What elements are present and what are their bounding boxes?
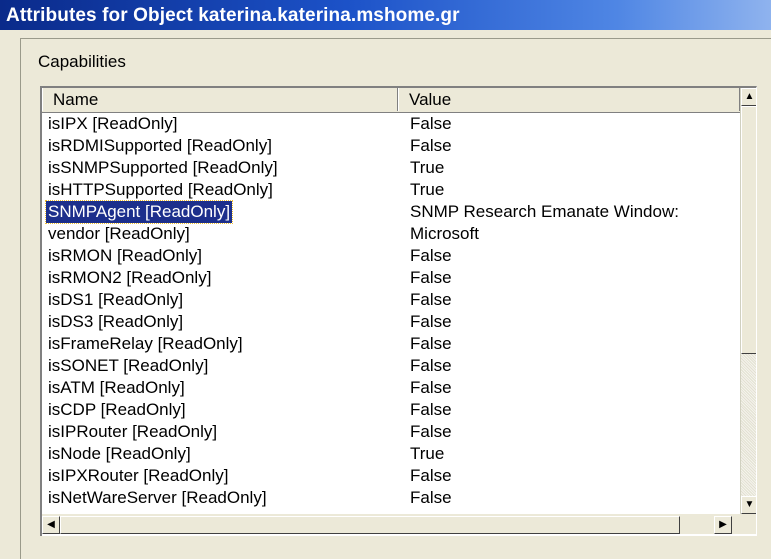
attribute-value: False	[410, 114, 452, 133]
list-item[interactable]: isFrameRelay [ReadOnly] False	[42, 333, 740, 355]
attribute-name: isRDMISupported [ReadOnly]	[48, 136, 272, 155]
column-header-value[interactable]: Value	[398, 88, 740, 111]
vertical-scrollbar[interactable]: ▲ ▼	[740, 88, 756, 514]
attributes-list[interactable]: Name Value isIPX [ReadOnly] False isRDMISu…	[40, 86, 757, 536]
attribute-name: isHTTPSupported [ReadOnly]	[48, 180, 273, 199]
attribute-name: isRMON [ReadOnly]	[48, 246, 202, 265]
list-item[interactable]: isHTTPSupported [ReadOnly] True	[42, 179, 740, 201]
list-item[interactable]: isATM [ReadOnly] False	[42, 377, 740, 399]
attribute-value: False	[410, 400, 452, 419]
attribute-value: True	[410, 444, 445, 463]
attribute-name: isIPX [ReadOnly]	[48, 114, 178, 133]
attribute-value: SNMP Research Emanate Window:	[410, 202, 679, 221]
attribute-value: False	[410, 422, 452, 441]
list-item[interactable]: isSONET [ReadOnly] False	[42, 355, 740, 377]
attribute-value: Microsoft	[410, 224, 479, 243]
attribute-name: isNode [ReadOnly]	[48, 444, 191, 463]
attribute-value: False	[410, 356, 452, 375]
attribute-value: False	[410, 488, 452, 507]
list-header: Name Value	[42, 88, 740, 113]
attribute-value: False	[410, 312, 452, 331]
list-item[interactable]: isNode [ReadOnly] True	[42, 443, 740, 465]
horizontal-scrollbar[interactable]: ◀ ▶	[42, 514, 740, 534]
attribute-value: False	[410, 268, 452, 287]
attribute-value: False	[410, 466, 452, 485]
scrollbar-corner	[740, 514, 756, 534]
list-item[interactable]: isRMON2 [ReadOnly] False	[42, 267, 740, 289]
attribute-value: True	[410, 180, 445, 199]
list-item[interactable]: isNetWareServer [ReadOnly] False	[42, 487, 740, 509]
list-item[interactable]: isDS1 [ReadOnly] False	[42, 289, 740, 311]
attribute-name: isDS3 [ReadOnly]	[48, 312, 184, 331]
horizontal-scroll-thumb[interactable]	[60, 516, 680, 534]
list-item[interactable]: vendor [ReadOnly] Microsoft	[42, 223, 740, 245]
column-header-name[interactable]: Name	[42, 88, 398, 111]
attribute-name: isIPXRouter [ReadOnly]	[48, 466, 229, 485]
vertical-scroll-thumb[interactable]	[741, 106, 756, 354]
down-arrow-icon[interactable]: ▼	[741, 496, 756, 514]
list-item[interactable]: isSNMPSupported [ReadOnly] True	[42, 157, 740, 179]
attribute-name: isCDP [ReadOnly]	[48, 400, 186, 419]
right-arrow-icon[interactable]: ▶	[714, 516, 732, 534]
vertical-scroll-track[interactable]	[741, 354, 756, 496]
attribute-name: isNetWareServer [ReadOnly]	[48, 488, 267, 507]
list-item[interactable]: isCDP [ReadOnly] False	[42, 399, 740, 421]
list-item[interactable]: isIPRouter [ReadOnly] False	[42, 421, 740, 443]
attribute-value: False	[410, 290, 452, 309]
list-item[interactable]: isRDMISupported [ReadOnly] False	[42, 135, 740, 157]
list-item[interactable]: isDS3 [ReadOnly] False	[42, 311, 740, 333]
attribute-name: SNMPAgent [ReadOnly]	[44, 200, 234, 224]
attribute-name: isIPRouter [ReadOnly]	[48, 422, 218, 441]
groupbox-label: Capabilities	[38, 52, 126, 71]
attribute-name: isATM [ReadOnly]	[48, 378, 185, 397]
attribute-value: False	[410, 246, 452, 265]
attribute-name: isRMON2 [ReadOnly]	[48, 268, 212, 287]
title-bar[interactable]: Attributes for Object katerina.katerina.…	[0, 0, 771, 30]
list-item[interactable]: isIPXRouter [ReadOnly] False	[42, 465, 740, 487]
attribute-name: isSONET [ReadOnly]	[48, 356, 209, 375]
attribute-name: isFrameRelay [ReadOnly]	[48, 334, 243, 353]
list-item[interactable]: SNMPAgent [ReadOnly] SNMP Research Emanat…	[42, 200, 740, 224]
left-arrow-icon[interactable]: ◀	[42, 516, 60, 534]
list-item[interactable]: isRMON [ReadOnly] False	[42, 245, 740, 267]
list-rows: isIPX [ReadOnly] False isRDMISupported [Re…	[42, 113, 740, 509]
attribute-name: isSNMPSupported [ReadOnly]	[48, 158, 278, 177]
attribute-value: False	[410, 378, 452, 397]
attribute-value: False	[410, 136, 452, 155]
list-item[interactable]: isIPX [ReadOnly] False	[42, 113, 740, 135]
window-title: Attributes for Object katerina.katerina.…	[6, 5, 460, 26]
attribute-value: True	[410, 158, 445, 177]
attribute-name: isDS1 [ReadOnly]	[48, 290, 184, 309]
attribute-name: vendor [ReadOnly]	[48, 224, 190, 243]
attribute-value: False	[410, 334, 452, 353]
up-arrow-icon[interactable]: ▲	[741, 88, 756, 106]
